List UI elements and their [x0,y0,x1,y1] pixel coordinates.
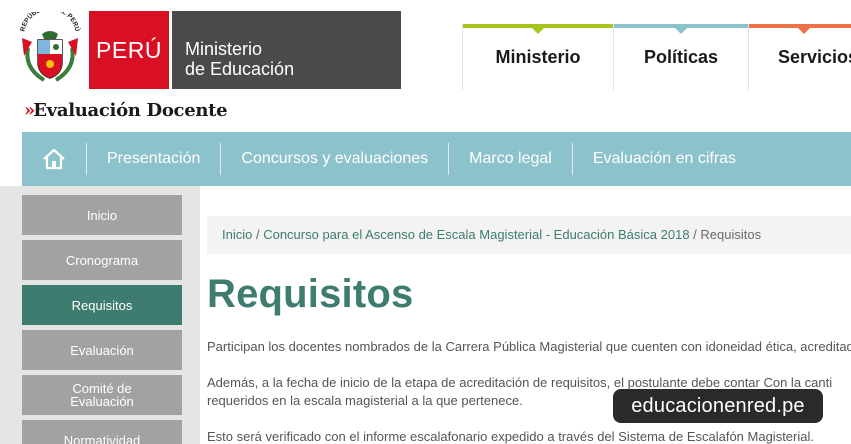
tab-pointer-icon [532,28,544,34]
nav-item-presentacion[interactable]: Presentación [87,150,220,168]
breadcrumb-parent-link[interactable]: Concurso para el Ascenso de Escala Magis… [263,227,689,242]
home-icon [43,148,65,170]
sidebar-item-evaluacion[interactable]: Evaluación [22,330,182,370]
main-nav: Presentación Concursos y evaluaciones Ma… [22,132,851,186]
page-title: Requisitos [207,272,414,316]
sidebar-item-inicio[interactable]: Inicio [22,195,182,235]
sidebar-item-comite[interactable]: Comité de Evaluación [22,375,182,415]
paragraph-verification: Esto será verificado con el informe esca… [207,429,814,444]
breadcrumb-separator: / [689,227,701,242]
ministry-logo[interactable]: Ministerio de Educación [172,11,401,89]
paragraph-participants: Participan los docentes nombrados de la … [207,339,851,354]
tab-pointer-icon [675,28,687,34]
brand-chevron-icon: » [24,100,35,121]
nav-item-evaluacion-cifras[interactable]: Evaluación en cifras [573,150,756,168]
top-tabs: Ministerio Políticas Servicios [462,24,851,90]
ministry-name-line2: de Educación [185,59,295,79]
nav-item-marco-legal[interactable]: Marco legal [449,150,572,168]
site-title[interactable]: » Evaluación Docente [24,100,228,121]
coat-of-arms-logo[interactable]: REPÚBLICA DEL PERÚ [14,12,86,88]
tab-label: Políticas [643,46,719,67]
tab-ministerio[interactable]: Ministerio [462,24,613,90]
tab-pointer-icon [797,28,810,34]
peru-logo[interactable]: PERÚ [89,11,169,89]
breadcrumb-home-link[interactable]: Inicio [222,227,252,242]
watermark-badge: educacionenred.pe [613,389,823,423]
tab-servicios[interactable]: Servicios [748,24,851,90]
breadcrumb: Inicio / Concurso para el Ascenso de Esc… [207,216,851,254]
brand-title-text: Evaluación Docente [33,100,228,121]
breadcrumb-separator: / [252,227,264,242]
peru-label: PERÚ [96,36,162,63]
sidebar-item-normatividad[interactable]: Normatividad [22,420,182,444]
ministry-name-line1: Ministerio [185,39,263,59]
tab-label: Ministerio [495,46,581,67]
nav-home-button[interactable] [22,132,86,186]
tab-politicas[interactable]: Políticas [613,24,748,90]
sidebar-item-requisitos[interactable]: Requisitos [22,285,182,325]
nav-item-concursos[interactable]: Concursos y evaluaciones [221,150,448,168]
svg-text:REPÚBLICA DEL PERÚ: REPÚBLICA DEL PERÚ [19,12,82,32]
breadcrumb-current: Requisitos [700,227,762,242]
tab-label: Servicios [778,46,851,67]
site-header: REPÚBLICA DEL PERÚ PERÚ Ministerio de Ed… [0,0,851,132]
sidebar-item-cronograma[interactable]: Cronograma [22,240,182,280]
